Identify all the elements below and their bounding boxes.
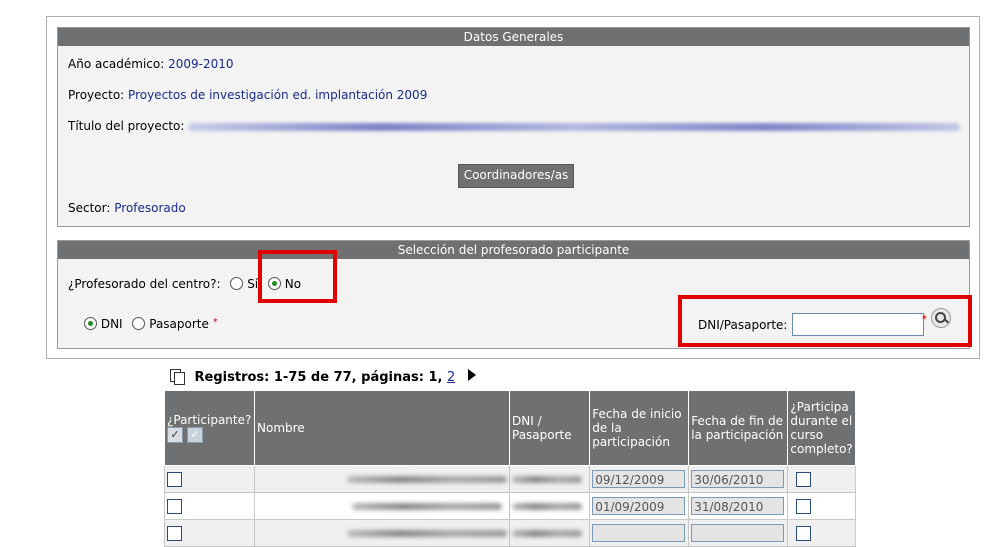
col-dni: DNI / Pasaporte [508, 390, 591, 466]
registros-summary: Registros: 1-75 de 77, páginas: 1, 2 [170, 369, 476, 385]
datos-generales-section: Datos Generales Año académico: 2009-2010… [57, 27, 970, 227]
sector-row: Sector: Profesorado [68, 201, 186, 215]
radio-dni[interactable] [84, 317, 97, 330]
redacted-dni [512, 530, 582, 537]
sector-value: Profesorado [114, 201, 186, 215]
proyecto-value: Proyectos de investigación ed. implantac… [128, 88, 428, 102]
highlight-box-no [258, 250, 337, 303]
highlight-box-dni [678, 295, 972, 347]
sector-label: Sector: [68, 201, 111, 215]
fecha-inicio-input[interactable]: 01/09/2009 [592, 497, 686, 515]
radio-si-label: Sí [247, 277, 259, 291]
curso-completo-checkbox[interactable] [796, 498, 812, 514]
radio-pasaporte-label: Pasaporte [149, 317, 209, 331]
proyecto-row: Proyecto: Proyectos de investigación ed.… [68, 88, 427, 102]
participante-checkbox[interactable] [167, 525, 182, 541]
pages-icon [170, 369, 185, 385]
required-mark: * [212, 317, 218, 328]
radio-si[interactable] [230, 277, 244, 290]
redacted-dni [512, 476, 582, 483]
section-title: Selección del profesorado participante [58, 241, 969, 259]
fecha-fin-input[interactable]: 30/06/2010 [691, 470, 785, 488]
anio-academico-row: Año académico: 2009-2010 [68, 57, 234, 71]
page-link-2[interactable]: 2 [447, 370, 455, 385]
col-fecha-fin: Fecha de fin de la participación [688, 390, 789, 466]
fecha-inicio-input[interactable] [592, 524, 686, 542]
registros-text: Registros: 1-75 de 77, páginas: 1, [194, 370, 443, 385]
anio-value: 2009-2010 [168, 57, 234, 71]
titulo-row: Título del proyecto: [68, 119, 184, 133]
section-title: Datos Generales [58, 28, 969, 46]
col-participante: ¿Participante? ✓ ✓ [164, 390, 255, 466]
anio-label: Año académico: [68, 57, 165, 71]
select-all-check-icon[interactable]: ✓ [167, 427, 183, 443]
curso-completo-checkbox[interactable] [796, 525, 812, 541]
table-row: 01/09/2009 31/08/2010 [164, 492, 856, 520]
table-row: 09/12/2009 30/06/2010 [164, 465, 856, 493]
fecha-inicio-input[interactable]: 09/12/2009 [592, 470, 686, 488]
redacted-name [347, 476, 507, 483]
redacted-dni [512, 503, 582, 510]
table-row [164, 519, 856, 547]
participante-checkbox[interactable] [167, 471, 182, 487]
col-fecha-inicio: Fecha de inicio de la participación [589, 390, 690, 466]
curso-completo-checkbox[interactable] [796, 471, 812, 487]
participants-table: ¿Participante? ✓ ✓ Nombre DNI / Pasaporte… [164, 390, 856, 547]
titulo-label: Título del proyecto: [68, 119, 185, 133]
fecha-fin-input[interactable]: 31/08/2010 [691, 497, 785, 515]
centro-question-label: ¿Profesorado del centro?: [68, 277, 221, 291]
coordinadores-button[interactable]: Coordinadores/as [458, 164, 574, 188]
proyecto-label: Proyecto: [68, 88, 125, 102]
col-participante-label: ¿Participante? [167, 413, 252, 427]
participante-checkbox[interactable] [167, 498, 182, 514]
redacted-name [352, 503, 502, 510]
document-type-row: DNI Pasaporte * [84, 317, 218, 331]
next-page-arrow-icon[interactable] [467, 369, 476, 381]
deselect-all-check-icon[interactable]: ✓ [187, 427, 203, 443]
fecha-fin-input[interactable] [691, 524, 785, 542]
col-nombre: Nombre [254, 390, 510, 466]
col-curso-completo: ¿Participa durante el curso completo? [787, 390, 856, 466]
radio-dni-label: DNI [100, 317, 123, 331]
radio-pasaporte[interactable] [132, 317, 146, 330]
redacted-name [347, 530, 507, 537]
redacted-title [188, 123, 960, 131]
